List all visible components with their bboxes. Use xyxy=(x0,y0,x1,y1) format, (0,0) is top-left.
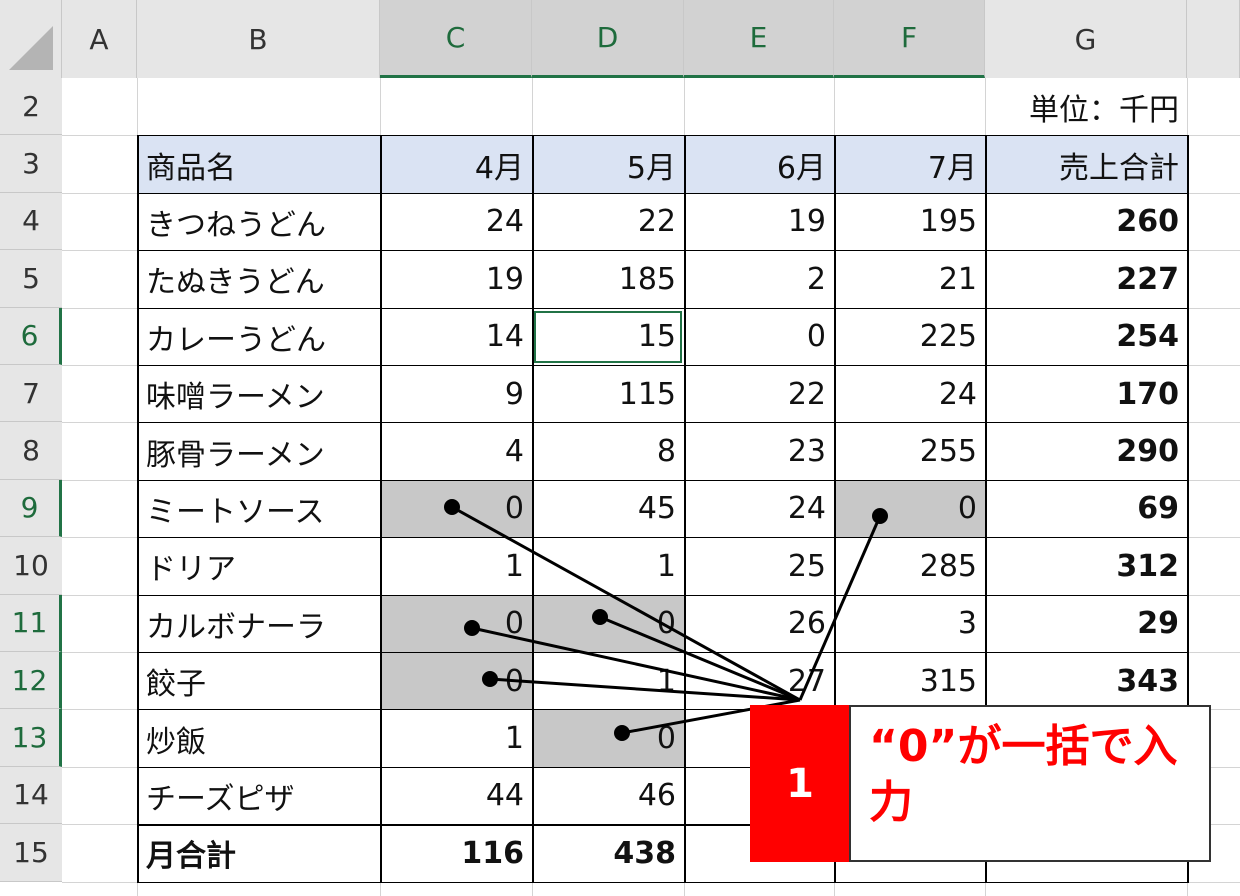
connector-dot xyxy=(872,508,888,524)
connector-line xyxy=(798,515,882,701)
connector-dot xyxy=(482,671,498,687)
connector-line xyxy=(451,505,801,702)
connector-dot xyxy=(592,609,608,625)
connector-dot xyxy=(464,620,480,636)
connector-dot xyxy=(614,725,630,741)
connector-dot xyxy=(444,499,460,515)
callout-text: “0”が一括で入力 xyxy=(849,705,1211,862)
callout-number-badge: 1 xyxy=(750,705,850,862)
